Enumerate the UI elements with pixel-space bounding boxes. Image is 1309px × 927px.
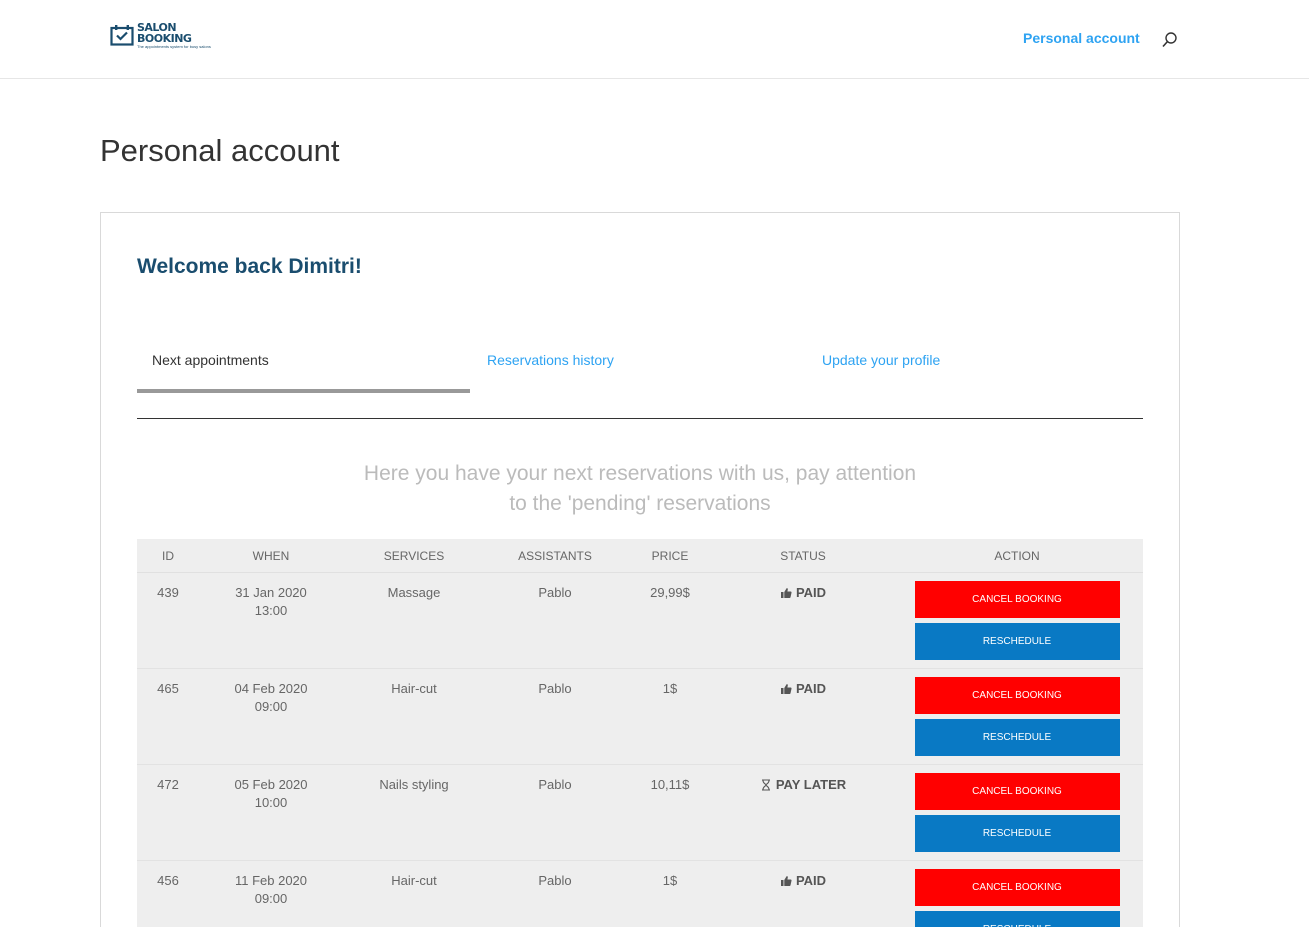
page-title: Personal account <box>100 133 340 168</box>
cell-status: PAID <box>715 573 891 668</box>
cell-date: 11 Feb 2020 <box>234 873 308 888</box>
cell-status: PAID <box>715 861 891 927</box>
top-bar: SALON BOOKING The appointments system fo… <box>0 0 1309 79</box>
thumbs-up-icon <box>780 588 792 598</box>
cancel-booking-button[interactable]: CANCEL BOOKING <box>914 773 1120 810</box>
cell-time: 13:00 <box>254 603 288 618</box>
cancel-booking-button[interactable]: CANCEL BOOKING <box>914 581 1120 618</box>
account-tabs: Next appointments Reservations history U… <box>137 343 1143 419</box>
cell-assistant: Pablo <box>538 681 572 696</box>
intro-text: Here you have your next reservations wit… <box>137 459 1143 519</box>
search-icon[interactable] <box>1161 31 1179 49</box>
cell-assistant: Pablo <box>538 585 572 600</box>
cell-when: 04 Feb 2020 09:00 <box>199 669 343 764</box>
cell-service: Hair-cut <box>391 681 437 696</box>
thumbs-up-icon <box>780 684 792 694</box>
header-id: ID <box>162 548 174 563</box>
table-row: 465 04 Feb 2020 09:00 Hair-cut Pablo 1$ … <box>137 669 1143 765</box>
cell-price: 29,99$ <box>650 585 690 600</box>
header-status: STATUS <box>780 548 826 563</box>
tab-reservations-history[interactable]: Reservations history <box>487 343 614 393</box>
cell-time: 10:00 <box>254 795 288 810</box>
cell-when: 31 Jan 2020 13:00 <box>199 573 343 668</box>
cell-date: 31 Jan 2020 <box>235 585 307 600</box>
cell-service: Nails styling <box>379 777 449 792</box>
cell-price: 1$ <box>662 873 678 888</box>
cell-id: 465 <box>157 681 179 696</box>
welcome-message: Welcome back Dimitri! <box>137 255 362 278</box>
cell-price: 1$ <box>662 681 678 696</box>
tab-next-appointments[interactable]: Next appointments <box>137 343 470 393</box>
cell-service: Massage <box>387 585 441 600</box>
cell-action: CANCEL BOOKING RESCHEDULE <box>891 573 1143 668</box>
nav-personal-account-link[interactable]: Personal account <box>1023 30 1140 46</box>
reschedule-button[interactable]: RESCHEDULE <box>914 719 1120 756</box>
cell-action: CANCEL BOOKING RESCHEDULE <box>891 861 1143 927</box>
cell-status: PAID <box>715 669 891 764</box>
cell-id: 472 <box>157 777 179 792</box>
cancel-booking-button[interactable]: CANCEL BOOKING <box>914 869 1120 906</box>
intro-line-2: to the 'pending' reservations <box>509 492 771 515</box>
cell-time: 09:00 <box>254 891 288 906</box>
reschedule-button[interactable]: RESCHEDULE <box>914 815 1120 852</box>
cell-action: CANCEL BOOKING RESCHEDULE <box>891 669 1143 764</box>
cancel-booking-button[interactable]: CANCEL BOOKING <box>914 677 1120 714</box>
status-label: PAY LATER <box>775 777 847 792</box>
table-row: 456 11 Feb 2020 09:00 Hair-cut Pablo 1$ … <box>137 861 1143 927</box>
cell-date: 05 Feb 2020 <box>234 777 308 792</box>
calendar-check-icon <box>110 24 134 46</box>
reschedule-button[interactable]: RESCHEDULE <box>914 911 1120 927</box>
reservations-table: ID WHEN SERVICES ASSISTANTS PRICE STATUS… <box>137 539 1143 927</box>
header-services: SERVICES <box>383 548 445 563</box>
tab-update-profile[interactable]: Update your profile <box>822 343 940 393</box>
table-row: 439 31 Jan 2020 13:00 Massage Pablo 29,9… <box>137 573 1143 669</box>
cell-id: 439 <box>157 585 179 600</box>
cell-status: PAY LATER <box>715 765 891 860</box>
header-assistants: ASSISTANTS <box>518 548 592 563</box>
cell-action: CANCEL BOOKING RESCHEDULE <box>891 765 1143 860</box>
table-header: ID WHEN SERVICES ASSISTANTS PRICE STATUS… <box>137 539 1143 573</box>
status-label: PAID <box>795 873 827 888</box>
thumbs-up-icon <box>780 876 792 886</box>
cell-time: 09:00 <box>254 699 288 714</box>
intro-line-1: Here you have your next reservations wit… <box>363 462 917 485</box>
status-label: PAID <box>795 681 827 696</box>
cell-service: Hair-cut <box>391 873 437 888</box>
header-when: WHEN <box>252 548 290 563</box>
table-row: 472 05 Feb 2020 10:00 Nails styling Pabl… <box>137 765 1143 861</box>
hourglass-icon <box>761 779 770 791</box>
reschedule-button[interactable]: RESCHEDULE <box>914 623 1120 660</box>
cell-when: 05 Feb 2020 10:00 <box>199 765 343 860</box>
header-action: ACTION <box>994 548 1040 563</box>
cell-price: 10,11$ <box>650 777 690 792</box>
account-card: Welcome back Dimitri! Next appointments … <box>100 212 1180 927</box>
salon-booking-logo[interactable]: SALON BOOKING The appointments system fo… <box>110 22 230 54</box>
cell-assistant: Pablo <box>538 777 572 792</box>
status-label: PAID <box>795 585 827 600</box>
cell-id: 456 <box>157 873 179 888</box>
cell-date: 04 Feb 2020 <box>234 681 308 696</box>
cell-when: 11 Feb 2020 09:00 <box>199 861 343 927</box>
logo-tagline: The appointments system for busy salons <box>137 44 211 49</box>
header-price: PRICE <box>651 548 689 563</box>
cell-assistant: Pablo <box>538 873 572 888</box>
logo-line-2: BOOKING <box>137 32 192 45</box>
